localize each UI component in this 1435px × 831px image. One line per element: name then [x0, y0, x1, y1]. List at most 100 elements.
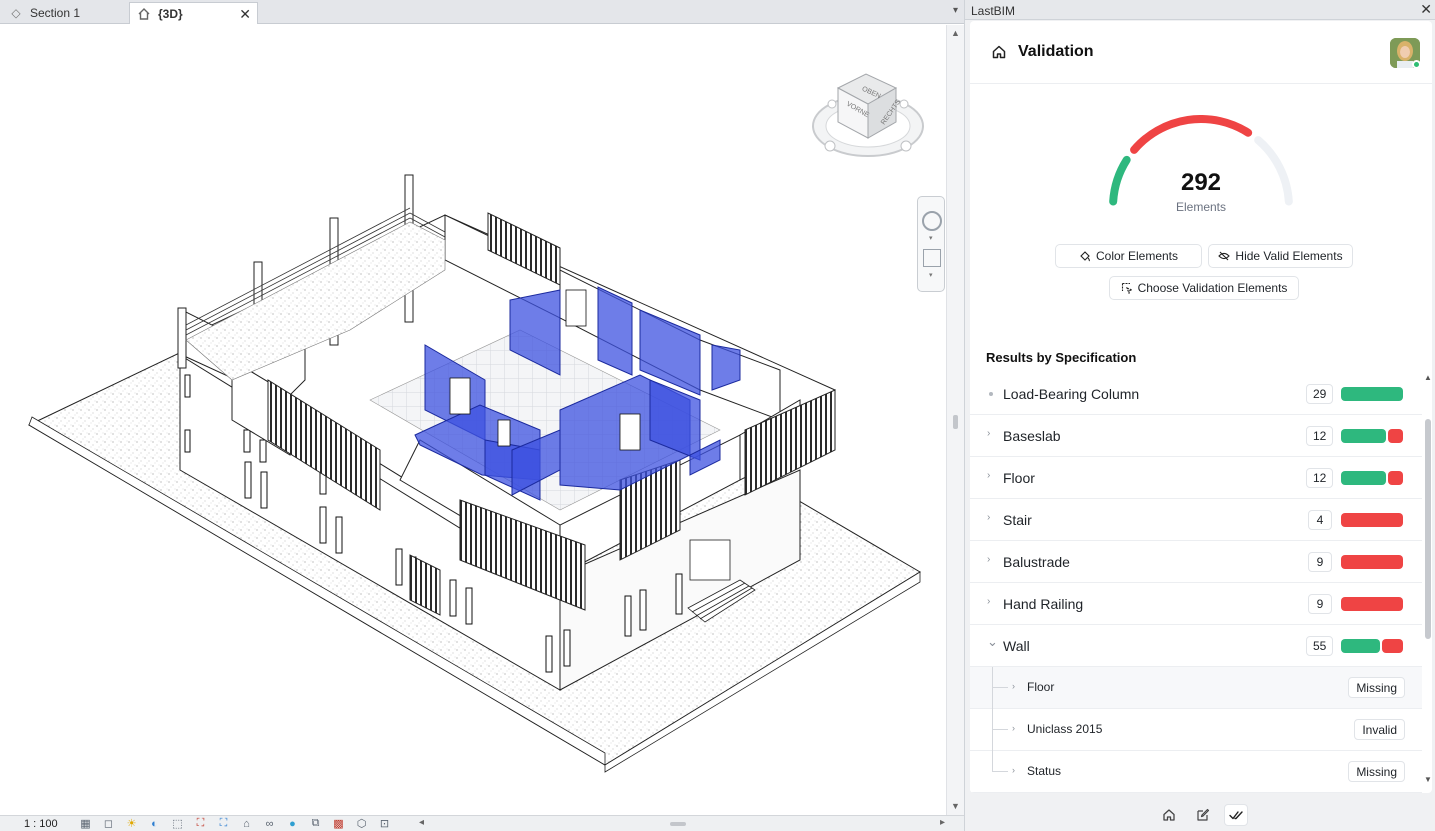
tree-line	[992, 729, 1008, 730]
scroll-right-icon[interactable]: ▸	[940, 817, 945, 828]
panel-header: Validation	[970, 21, 1432, 84]
paint-bucket-icon	[1080, 251, 1090, 262]
result-label: Baseslab	[1003, 428, 1061, 444]
viewcube[interactable]: OBEN VORNE RECHTS	[812, 73, 924, 157]
chevron-down-icon[interactable]: ⌄	[987, 634, 998, 650]
result-row[interactable]: › Baseslab 12	[970, 415, 1422, 457]
property-row[interactable]: › Status Missing	[970, 751, 1422, 793]
building-model-3d: OBEN VORNE RECHTS	[27, 73, 924, 773]
vertical-scrollbar[interactable]: ▲ ▼	[946, 25, 964, 815]
reveal-constraints-icon[interactable]: ⊡	[373, 817, 396, 830]
button-label: Color Elements	[1095, 249, 1179, 263]
chevron-right-icon[interactable]: ›	[1012, 765, 1015, 775]
tab-section-1[interactable]: ◇ Section 1	[0, 2, 128, 24]
tree-line	[992, 667, 993, 709]
result-row[interactable]: Load-Bearing Column 29	[970, 373, 1422, 415]
hide-valid-elements-button[interactable]: Hide Valid Elements	[1208, 244, 1353, 268]
results-scrollbar[interactable]: ▲ ▼	[1424, 373, 1432, 793]
validity-bar	[1341, 639, 1403, 653]
bullet-icon	[989, 392, 993, 396]
scroll-up-icon[interactable]: ▲	[951, 28, 960, 38]
crop-region-icon[interactable]: ⛶	[212, 817, 235, 830]
dropdown-icon[interactable]: ▾	[929, 271, 933, 279]
select-cursor-icon	[1121, 282, 1133, 294]
tab-menu-icon[interactable]: ▾	[953, 5, 958, 16]
button-label: Choose Validation Elements	[1137, 281, 1288, 295]
result-row[interactable]: › Hand Railing 9	[970, 583, 1422, 625]
tree-line	[992, 771, 1008, 772]
validity-bar	[1341, 597, 1403, 611]
gauge-invalid-arc	[1130, 115, 1253, 154]
close-tab-icon[interactable]: ✕	[239, 6, 251, 23]
result-row[interactable]: ⌄ Wall 55	[970, 625, 1422, 667]
tab-label: Section 1	[30, 6, 81, 20]
scroll-thumb[interactable]	[953, 415, 958, 429]
tab-3d[interactable]: {3D} ✕	[129, 2, 258, 24]
nav-edit-button[interactable]	[1191, 804, 1215, 826]
result-count: 55	[1306, 636, 1334, 656]
property-row[interactable]: › Floor Missing	[970, 667, 1422, 709]
result-label: Balustrade	[1003, 554, 1070, 570]
zoom-region-icon[interactable]	[923, 249, 941, 267]
choose-validation-elements-button[interactable]: Choose Validation Elements	[1109, 276, 1299, 300]
nav-home-button[interactable]	[1157, 804, 1181, 826]
chevron-right-icon[interactable]: ›	[987, 596, 997, 607]
chevron-right-icon[interactable]: ›	[1012, 681, 1015, 691]
status-badge: Missing	[1348, 761, 1405, 782]
results-heading: Results by Specification	[986, 350, 1137, 365]
scale-value[interactable]: 1 : 100	[24, 818, 74, 830]
sun-path-icon[interactable]: ☀	[120, 817, 143, 830]
scroll-thumb[interactable]	[1425, 419, 1431, 639]
result-row[interactable]: › Stair 4	[970, 499, 1422, 541]
detail-level-icon[interactable]: ▦	[74, 817, 97, 830]
result-count: 9	[1308, 552, 1332, 572]
color-elements-button[interactable]: Color Elements	[1055, 244, 1202, 268]
scroll-down-icon[interactable]: ▼	[1424, 775, 1432, 784]
steering-wheel-icon[interactable]	[922, 211, 942, 231]
crop-view-icon[interactable]: ⛶	[189, 817, 212, 830]
invalid-segment	[1382, 639, 1403, 653]
render-icon[interactable]: ⬚	[166, 817, 189, 830]
chevron-right-icon[interactable]: ›	[987, 470, 997, 481]
result-row[interactable]: › Balustrade 9	[970, 541, 1422, 583]
shadows-icon[interactable]: ◐	[143, 818, 166, 830]
reveal-hidden-icon[interactable]: ●	[281, 818, 304, 830]
scroll-thumb[interactable]	[670, 822, 686, 826]
highlight-displacement-icon[interactable]: ⬡	[350, 817, 373, 830]
chevron-right-icon[interactable]: ›	[987, 428, 997, 439]
horizontal-scrollbar[interactable]: ◂ ▸	[415, 817, 945, 830]
nav-validation-button[interactable]	[1224, 804, 1248, 826]
result-label: Floor	[1003, 470, 1035, 486]
property-label: Uniclass 2015	[1027, 722, 1103, 736]
lock-view-icon[interactable]: ⌂	[235, 818, 258, 830]
tree-line	[992, 751, 993, 772]
tree-line	[992, 709, 993, 751]
invalid-segment	[1388, 471, 1403, 485]
invalid-segment	[1341, 513, 1403, 527]
home-icon	[1163, 809, 1175, 821]
scroll-up-icon[interactable]: ▲	[1424, 373, 1432, 382]
chevron-right-icon[interactable]: ›	[1012, 723, 1015, 733]
temporary-hide-icon[interactable]: ∞	[258, 818, 281, 830]
scroll-down-icon[interactable]: ▼	[951, 801, 960, 811]
chevron-right-icon[interactable]: ›	[987, 512, 997, 523]
revit-view-area: ◇ Section 1 {3D} ✕ ▾ OBEN VORNE RECHTS ▾…	[0, 0, 964, 831]
result-count: 9	[1308, 594, 1332, 614]
worksharing-icon[interactable]: ⧉	[304, 817, 327, 830]
analytical-model-icon[interactable]: ▩	[327, 817, 350, 830]
dropdown-icon[interactable]: ▾	[929, 234, 933, 242]
home-icon[interactable]	[991, 44, 1007, 60]
result-label: Wall	[1003, 638, 1030, 654]
close-icon[interactable]: ✕	[1420, 1, 1432, 18]
result-count: 29	[1306, 384, 1334, 404]
visual-style-icon[interactable]: ◻	[97, 817, 120, 830]
validity-bar	[1341, 387, 1403, 401]
chevron-right-icon[interactable]: ›	[987, 554, 997, 565]
result-count: 4	[1308, 510, 1332, 530]
result-row[interactable]: › Floor 12	[970, 457, 1422, 499]
invalid-segment	[1341, 555, 1403, 569]
section-view-icon: ◇	[11, 6, 21, 20]
3d-viewport[interactable]: OBEN VORNE RECHTS ▾ ▾	[0, 25, 946, 815]
property-row[interactable]: › Uniclass 2015 Invalid	[970, 709, 1422, 751]
scroll-left-icon[interactable]: ◂	[419, 817, 424, 828]
